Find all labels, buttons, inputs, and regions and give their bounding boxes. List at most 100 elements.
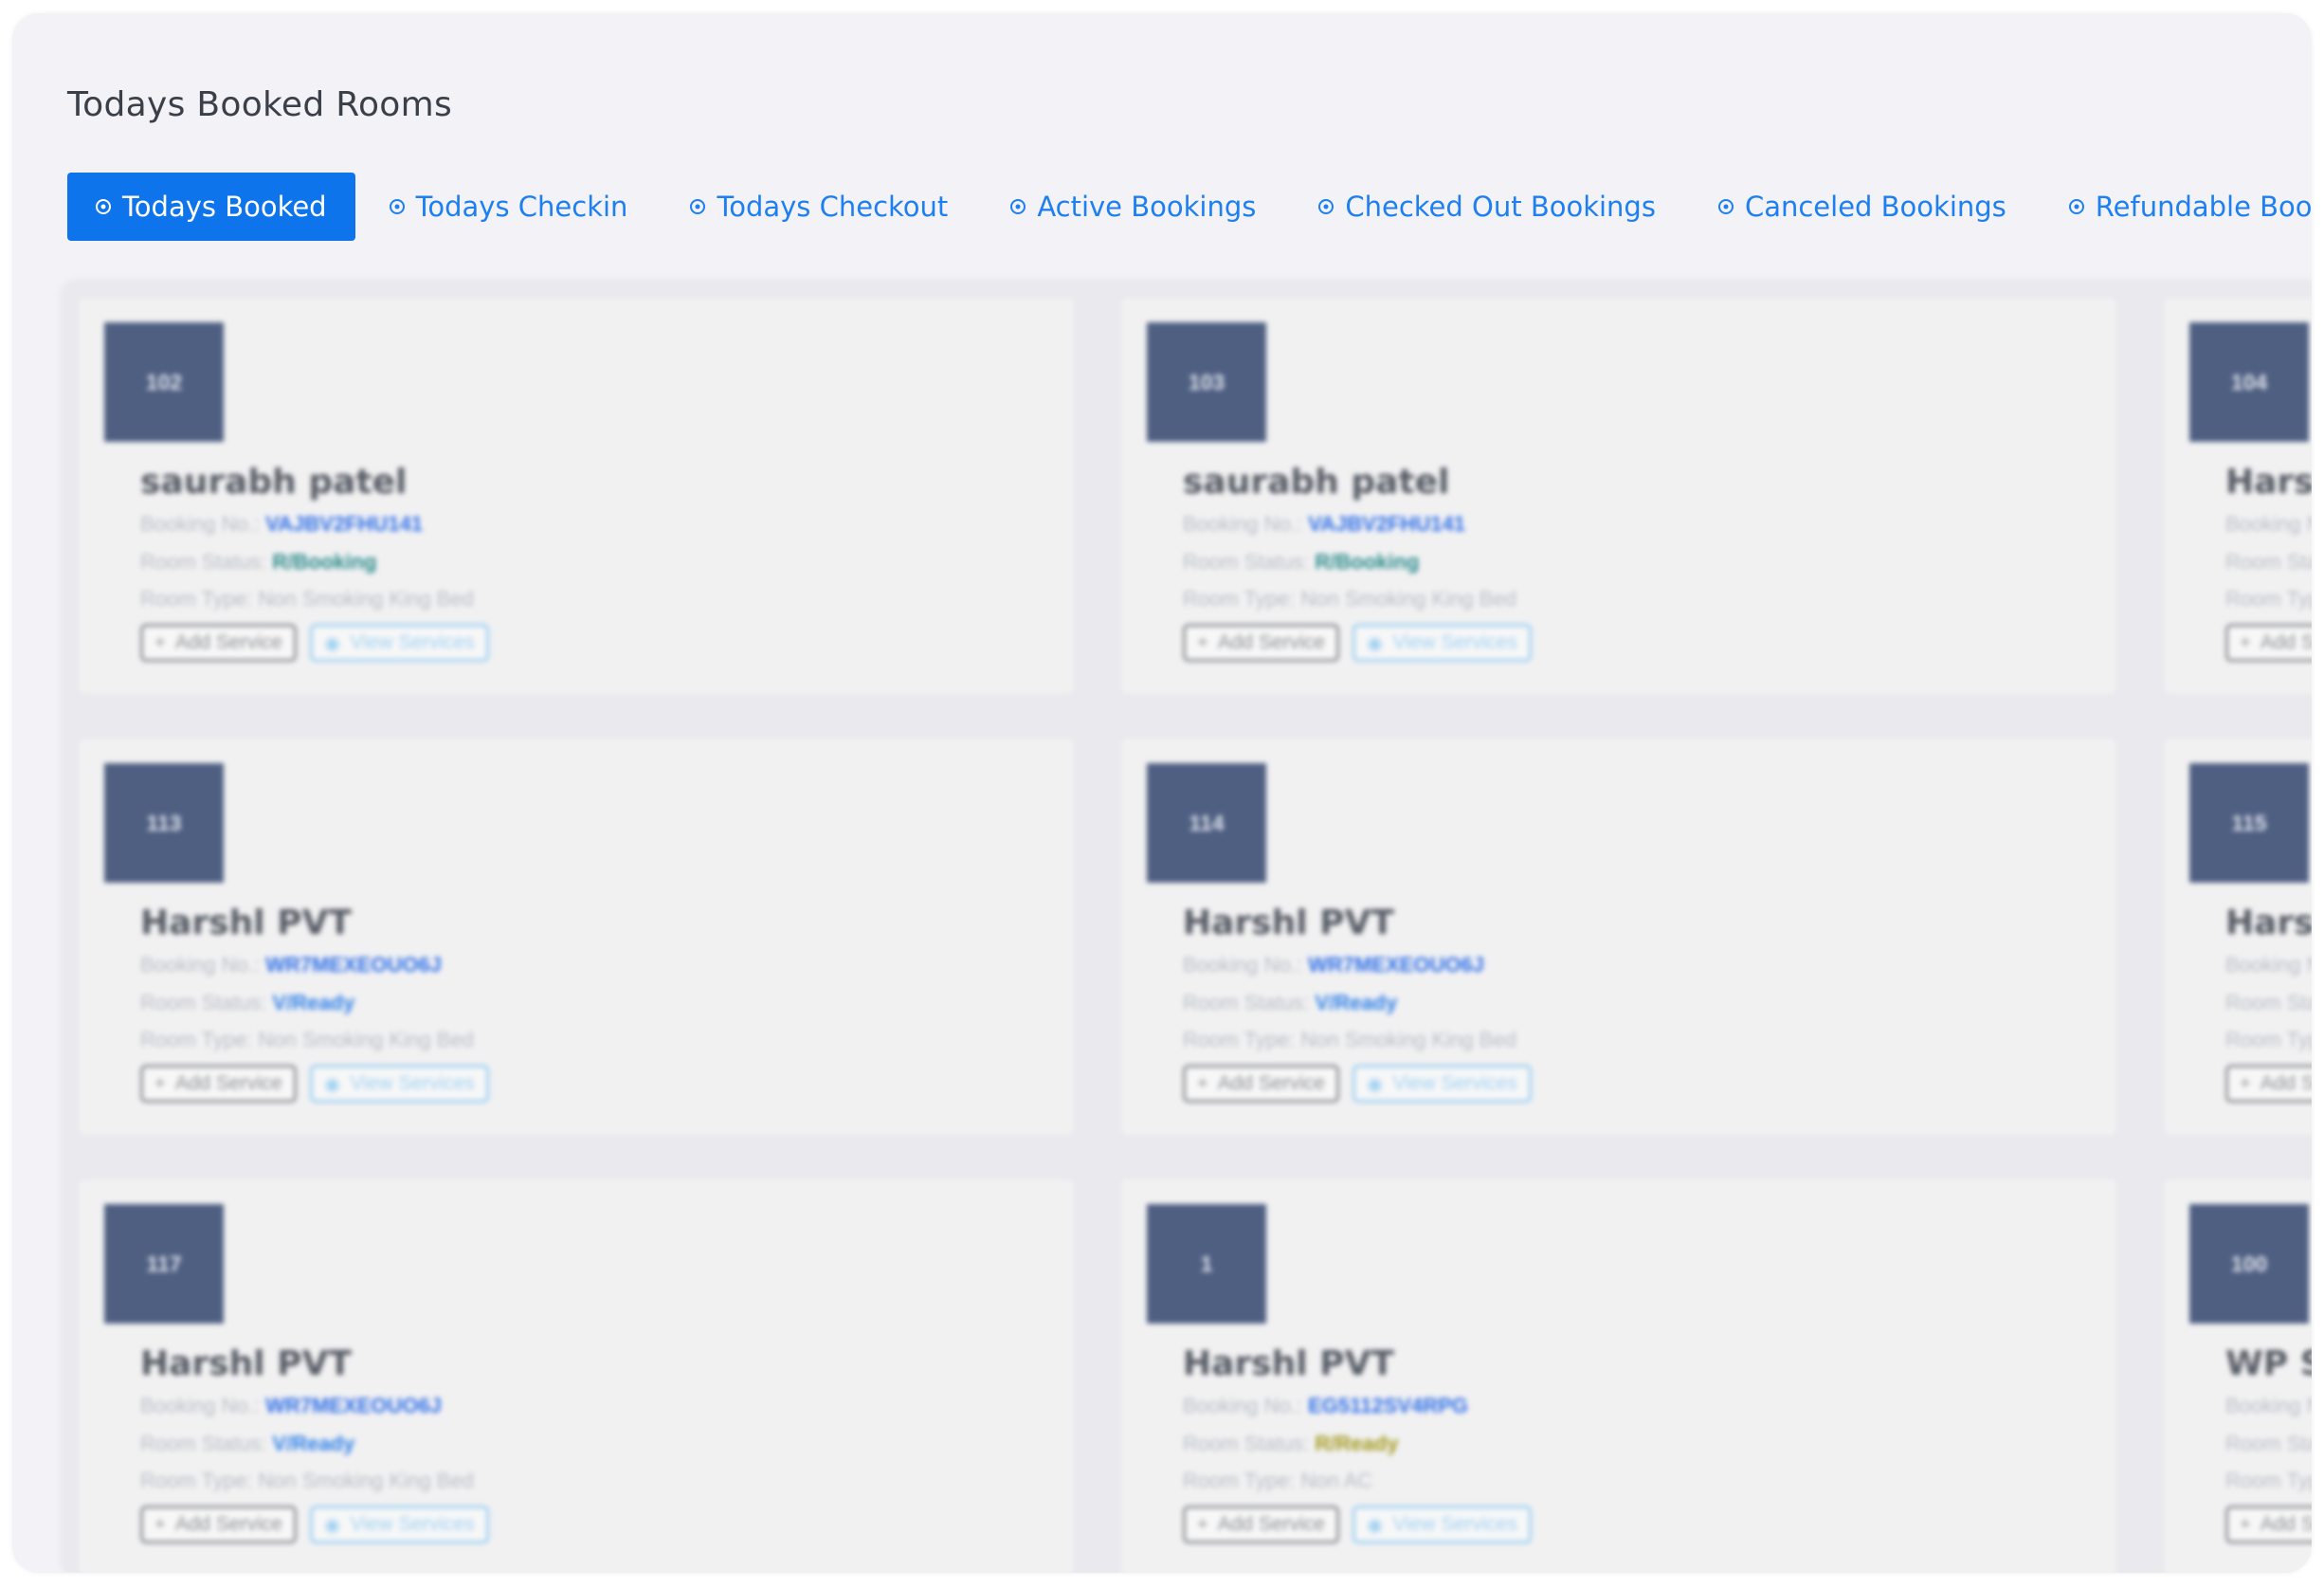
add-service-label: Add Service	[1217, 631, 1325, 653]
add-service-button[interactable]: + Add Service	[2225, 624, 2312, 662]
view-services-button[interactable]: ◉ View Services	[309, 624, 489, 662]
booking-number-label: Booking No.:	[1183, 512, 1302, 536]
booking-number-row: Booking No.: VAJBV2FHU141	[140, 512, 423, 537]
room-number-badge: 117	[104, 1204, 224, 1324]
booking-number-label: Booking No.:	[1183, 1394, 1302, 1417]
plus-icon: +	[1197, 1072, 1208, 1094]
booking-number-label: Booking No.:	[2225, 953, 2312, 977]
card-actions: + Add Service ◉ View Services	[140, 1065, 489, 1103]
room-card[interactable]: 117 Harshl PVT Booking No.: WR7MEXEOUO6J…	[79, 1179, 1074, 1573]
room-type-label: Room Type:	[1183, 1028, 1296, 1051]
tab-todays-booked[interactable]: Todays Booked	[67, 173, 355, 241]
room-status-label: Room Status:	[2225, 1432, 2312, 1455]
booking-number-row: Booking No.:	[2225, 512, 2312, 537]
room-status-value: R/Ready	[1315, 1432, 1399, 1455]
eye-icon: ◉	[1366, 632, 1384, 654]
room-status-row: Room Status: R/Booking	[1183, 550, 1419, 575]
booking-number-row: Booking No.:	[2225, 1394, 2312, 1418]
view-services-button[interactable]: ◉ View Services	[309, 1506, 489, 1543]
plus-icon: +	[1197, 1513, 1208, 1535]
booking-number-row: Booking No.: WR7MEXEOUO6J	[1183, 953, 1484, 977]
view-services-label: View Services	[350, 1513, 475, 1535]
room-status-row: Room Status: R/Booking	[140, 550, 376, 575]
room-number-badge: 1	[1147, 1204, 1266, 1324]
tab-canceled-bookings[interactable]: Canceled Bookings	[1690, 173, 2035, 241]
room-type-label: Room Type:	[1183, 587, 1296, 611]
guest-name: saurabh patel	[140, 463, 408, 502]
booking-number-row: Booking No.: WR7MEXEOUO6J	[140, 953, 442, 977]
room-card[interactable]: 114 Harshl PVT Booking No.: WR7MEXEOUO6J…	[1121, 739, 2116, 1135]
room-status-row: Room Status: V/Ready	[1183, 991, 1397, 1015]
room-status-value: R/Booking	[1315, 550, 1420, 574]
room-type-row: Room Type:	[2225, 587, 2312, 612]
booking-number-link[interactable]: VAJBV2FHU141	[1308, 512, 1465, 536]
add-service-button[interactable]: + Add Service	[140, 1506, 297, 1543]
add-service-button[interactable]: + Add Service	[1183, 1506, 1339, 1543]
add-service-label: Add Service	[2260, 1072, 2312, 1094]
room-card[interactable]: 1 Harshl PVT Booking No.: EG5112SV4RPG R…	[1121, 1179, 2116, 1573]
room-number-badge: 115	[2189, 763, 2309, 883]
add-service-label: Add Service	[1217, 1072, 1325, 1094]
booking-number-label: Booking No.:	[1183, 953, 1302, 977]
tab-todays-checkout[interactable]: Todays Checkout	[662, 173, 976, 241]
booking-tabs: Todays Booked Todays Checkin Todays Chec…	[67, 173, 2312, 241]
room-status-label: Room Status:	[1183, 991, 1310, 1014]
booking-number-link[interactable]: WR7MEXEOUO6J	[1308, 953, 1484, 977]
room-type-value: Non Smoking King Bed	[258, 587, 474, 611]
tab-todays-checkin[interactable]: Todays Checkin	[361, 173, 657, 241]
booking-number-link[interactable]: VAJBV2FHU141	[265, 512, 423, 536]
room-type-label: Room Type:	[140, 1028, 253, 1051]
plus-icon: +	[2240, 1072, 2251, 1094]
room-card[interactable]: 104 Harsh Booking No.: Room Status: Room…	[2164, 298, 2312, 694]
add-service-button[interactable]: + Add Service	[140, 624, 297, 662]
add-service-button[interactable]: + Add Service	[1183, 624, 1339, 662]
eye-icon: ◉	[1366, 1073, 1384, 1095]
plus-icon: +	[154, 1513, 166, 1535]
view-services-button[interactable]: ◉ View Services	[1352, 1065, 1532, 1103]
booking-number-row: Booking No.: WR7MEXEOUO6J	[140, 1394, 442, 1418]
room-status-value: V/Ready	[1315, 991, 1398, 1014]
add-service-button[interactable]: + Add Service	[2225, 1506, 2312, 1543]
plus-icon: +	[1197, 631, 1208, 653]
tab-refundable-bookings[interactable]: Refundable Bookings	[2041, 173, 2312, 241]
booking-number-row: Booking No.: VAJBV2FHU141	[1183, 512, 1465, 537]
card-actions: + Add Service ◉ View Services	[1183, 624, 1532, 662]
room-card[interactable]: 115 Harsh Booking No.: Room Status: Room…	[2164, 739, 2312, 1135]
room-card[interactable]: 113 Harshl PVT Booking No.: WR7MEXEOUO6J…	[79, 739, 1074, 1135]
tab-checked-out-bookings[interactable]: Checked Out Bookings	[1290, 173, 1684, 241]
room-cards-grid: 102 saurabh patel Booking No.: VAJBV2FHU…	[60, 279, 2312, 1573]
eye-icon: ◉	[323, 1073, 341, 1095]
room-type-value: Non Smoking King Bed	[258, 1469, 474, 1492]
view-services-label: View Services	[1392, 631, 1517, 653]
radio-circle-icon	[1010, 199, 1026, 214]
tab-active-bookings[interactable]: Active Bookings	[982, 173, 1284, 241]
view-services-button[interactable]: ◉ View Services	[309, 1065, 489, 1103]
guest-name: Harsh	[2225, 904, 2312, 942]
room-type-value: Non AC	[1300, 1469, 1373, 1492]
add-service-button[interactable]: + Add Service	[140, 1065, 297, 1103]
room-type-value: Non Smoking King Bed	[258, 1028, 474, 1051]
add-service-label: Add Service	[174, 1072, 282, 1094]
add-service-button[interactable]: + Add Service	[1183, 1065, 1339, 1103]
add-service-button[interactable]: + Add Service	[2225, 1065, 2312, 1103]
view-services-button[interactable]: ◉ View Services	[1352, 1506, 1532, 1543]
booking-number-link[interactable]: WR7MEXEOUO6J	[265, 1394, 442, 1417]
guest-name: Harsh	[2225, 463, 2312, 502]
room-status-value: V/Ready	[272, 1432, 355, 1455]
room-status-value: R/Booking	[272, 550, 377, 574]
room-type-row: Room Type: Non Smoking King Bed	[1183, 1028, 1516, 1052]
booking-number-row: Booking No.: EG5112SV4RPG	[1183, 1394, 1468, 1418]
room-status-row: Room Status:	[2225, 991, 2312, 1015]
room-card[interactable]: 100 WP SE Booking No.: Room Status: Room…	[2164, 1179, 2312, 1573]
room-status-label: Room Status:	[1183, 1432, 1310, 1455]
room-type-value: Non Smoking King Bed	[1300, 587, 1516, 611]
room-card[interactable]: 103 saurabh patel Booking No.: VAJBV2FHU…	[1121, 298, 2116, 694]
booking-number-link[interactable]: WR7MEXEOUO6J	[265, 953, 442, 977]
room-type-value: Non Smoking King Bed	[1300, 1028, 1516, 1051]
plus-icon: +	[154, 631, 166, 653]
view-services-button[interactable]: ◉ View Services	[1352, 624, 1532, 662]
booking-number-link[interactable]: EG5112SV4RPG	[1308, 1394, 1468, 1417]
room-card[interactable]: 102 saurabh patel Booking No.: VAJBV2FHU…	[79, 298, 1074, 694]
room-type-label: Room Type:	[1183, 1469, 1296, 1492]
room-type-row: Room Type: Non Smoking King Bed	[140, 587, 474, 612]
